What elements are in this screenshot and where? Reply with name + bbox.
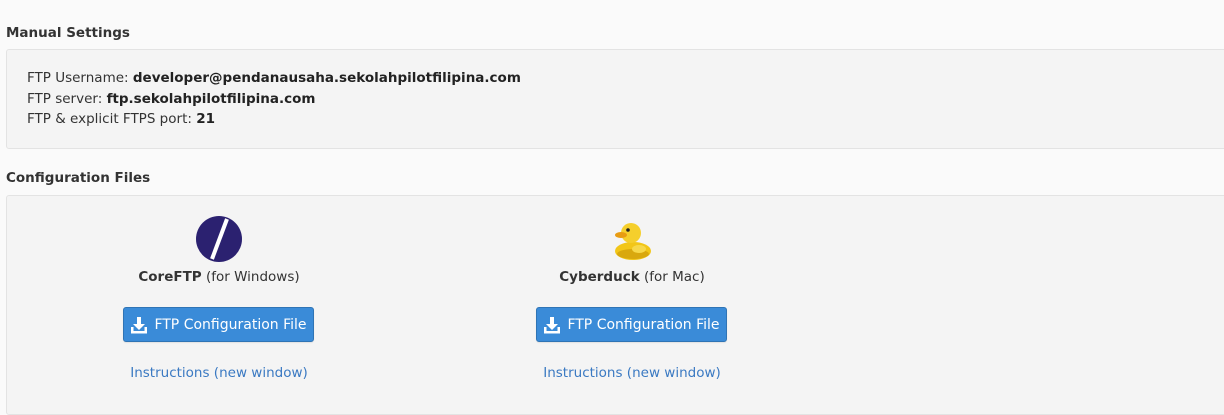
manual-settings-heading: Manual Settings bbox=[6, 25, 130, 41]
ftp-username-line: FTP Username: developer@pendanausaha.sek… bbox=[27, 70, 521, 86]
download-icon bbox=[544, 316, 561, 333]
ftp-username-label: FTP Username: bbox=[27, 70, 129, 86]
ftp-port-label: FTP & explicit FTPS port: bbox=[27, 111, 192, 127]
ftp-port-value: 21 bbox=[196, 111, 216, 127]
cyberduck-platform: (for Mac) bbox=[644, 269, 705, 285]
manual-settings-panel: FTP Username: developer@pendanausaha.sek… bbox=[6, 49, 1224, 149]
configuration-files-panel: CoreFTP (for Windows) FTP Configuration … bbox=[6, 195, 1224, 415]
cyberduck-title: Cyberduck bbox=[559, 269, 640, 285]
coreftp-download-button[interactable]: FTP Configuration File bbox=[123, 307, 314, 342]
cyberduck-download-button[interactable]: FTP Configuration File bbox=[536, 307, 727, 342]
cyberduck-logo-icon bbox=[615, 223, 651, 260]
cyberduck-download-label: FTP Configuration File bbox=[567, 316, 720, 333]
ftp-port-line: FTP & explicit FTPS port: 21 bbox=[27, 111, 215, 127]
coreftp-title: CoreFTP bbox=[138, 269, 202, 285]
ftp-server-value: ftp.sekolahpilotfilipina.com bbox=[106, 91, 316, 107]
coreftp-logo-icon bbox=[196, 216, 242, 262]
coreftp-platform: (for Windows) bbox=[205, 269, 300, 285]
cyberduck-instructions-link[interactable]: Instructions (new window) bbox=[532, 365, 732, 381]
download-icon bbox=[131, 316, 148, 333]
ftp-server-line: FTP server: ftp.sekolahpilotfilipina.com bbox=[27, 91, 316, 107]
ftp-username-value: developer@pendanausaha.sekolahpilotfilip… bbox=[132, 70, 521, 86]
ftp-server-label: FTP server: bbox=[27, 91, 103, 107]
coreftp-instructions-link[interactable]: Instructions (new window) bbox=[119, 365, 319, 381]
configuration-files-heading: Configuration Files bbox=[6, 170, 151, 186]
coreftp-download-label: FTP Configuration File bbox=[154, 316, 307, 333]
coreftp-name: CoreFTP (for Windows) bbox=[119, 269, 319, 285]
cyberduck-name: Cyberduck (for Mac) bbox=[532, 269, 732, 285]
